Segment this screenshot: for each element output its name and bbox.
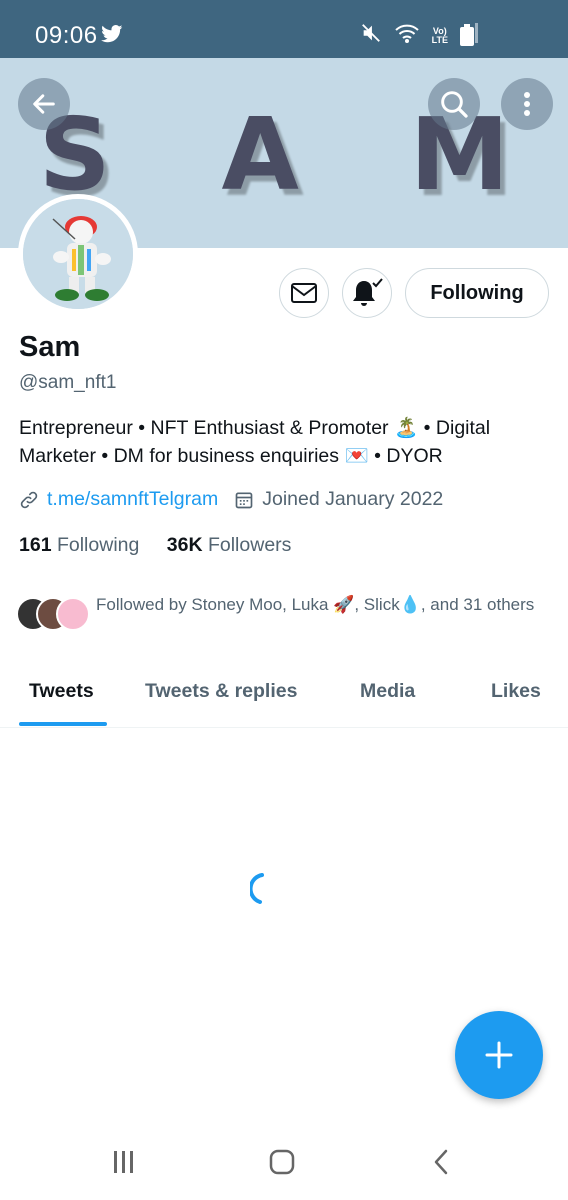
avatar-image bbox=[23, 199, 133, 309]
profile-link[interactable]: t.me/samnftTelgram bbox=[47, 488, 218, 511]
follower-avatar bbox=[56, 597, 90, 631]
arrow-left-icon bbox=[33, 94, 55, 114]
profile-screen: 09:06 Vo) LTE S A M Following Sam @sam_n… bbox=[0, 0, 568, 1200]
status-time: 09:06 bbox=[35, 22, 98, 49]
notifications-button[interactable] bbox=[342, 268, 392, 318]
followed-by-text[interactable]: Followed by Stoney Moo, Luka 🚀, Slick💧, … bbox=[96, 593, 536, 617]
plus-icon bbox=[485, 1041, 513, 1069]
active-tab-indicator bbox=[19, 722, 107, 726]
profile-tabs: Tweets Tweets & replies Media Likes bbox=[0, 668, 568, 728]
search-button[interactable] bbox=[428, 78, 480, 130]
more-vertical-icon bbox=[524, 92, 530, 116]
tab-media[interactable]: Media bbox=[360, 680, 415, 703]
more-options-button[interactable] bbox=[501, 78, 553, 130]
back-button[interactable] bbox=[18, 78, 70, 130]
link-icon bbox=[20, 491, 38, 508]
wifi-icon bbox=[394, 22, 420, 49]
profile-name: Sam bbox=[19, 331, 81, 363]
following-count: 161 bbox=[19, 534, 52, 556]
status-bar: 09:06 Vo) LTE bbox=[0, 0, 568, 58]
following-label: Following bbox=[56, 534, 140, 556]
profile-avatar[interactable] bbox=[18, 194, 138, 314]
lte-bottom-label: LTE bbox=[431, 34, 448, 45]
compose-tweet-button[interactable] bbox=[455, 1011, 543, 1099]
joined-date: Joined January 2022 bbox=[262, 488, 444, 510]
twitter-notification-icon bbox=[101, 25, 123, 48]
follow-counts: 161 Following 36K Followers bbox=[19, 534, 291, 557]
message-button[interactable] bbox=[279, 268, 329, 318]
calendar-icon bbox=[235, 492, 253, 508]
tab-tweets-replies[interactable]: Tweets & replies bbox=[145, 680, 297, 703]
profile-bio: Entrepreneur • NFT Enthusiast & Promoter… bbox=[19, 417, 491, 467]
lte-indicator: Vo) LTE bbox=[431, 26, 448, 45]
loading-spinner bbox=[248, 872, 270, 911]
battery-icon bbox=[460, 24, 474, 51]
followers-count-link[interactable]: 36K Followers bbox=[167, 534, 292, 556]
system-nav-bar bbox=[0, 1130, 568, 1200]
mail-icon bbox=[291, 283, 317, 303]
following-count-link[interactable]: 161 Following bbox=[19, 534, 139, 556]
bell-check-icon bbox=[353, 278, 383, 306]
followers-count: 36K bbox=[166, 534, 203, 556]
profile-handle: @sam_nft1 bbox=[19, 372, 117, 393]
following-button[interactable]: Following bbox=[405, 268, 549, 318]
recent-apps-icon[interactable] bbox=[112, 1150, 136, 1174]
back-nav-icon[interactable] bbox=[432, 1149, 450, 1175]
mute-icon bbox=[360, 22, 382, 49]
tab-likes[interactable]: Likes bbox=[491, 680, 541, 703]
followers-label: Followers bbox=[207, 534, 292, 556]
tab-tweets[interactable]: Tweets bbox=[29, 680, 94, 703]
search-icon bbox=[441, 91, 468, 118]
home-icon[interactable] bbox=[269, 1149, 295, 1175]
profile-meta: t.me/samnftTelgram Joined January 2022 bbox=[19, 488, 443, 511]
